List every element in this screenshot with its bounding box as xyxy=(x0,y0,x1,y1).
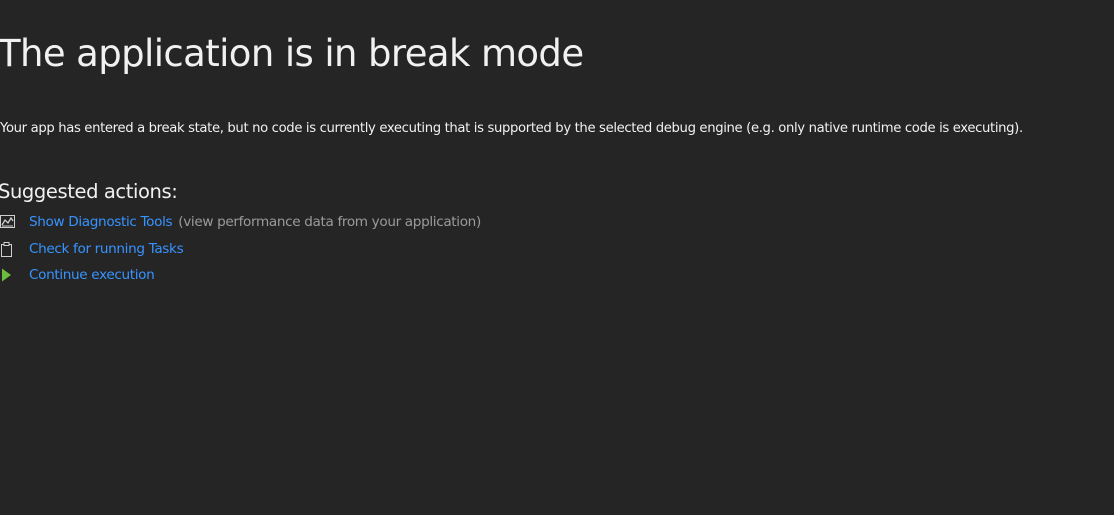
action-continue-execution: Continue execution xyxy=(0,265,155,285)
diagnostic-chart-icon xyxy=(0,214,16,230)
show-diagnostic-tools-hint: (view performance data from your applica… xyxy=(178,214,481,230)
check-running-tasks-link[interactable]: Check for running Tasks xyxy=(29,241,184,257)
play-icon xyxy=(0,267,16,283)
page-title: The application is in break mode xyxy=(0,32,584,75)
break-mode-page: The application is in break mode Your ap… xyxy=(0,0,1114,515)
action-show-diagnostic-tools: Show Diagnostic Tools (view performance … xyxy=(0,212,481,232)
clipboard-icon xyxy=(0,241,16,257)
action-check-running-tasks: Check for running Tasks xyxy=(0,239,184,259)
break-state-description: Your app has entered a break state, but … xyxy=(0,121,1023,136)
continue-execution-link[interactable]: Continue execution xyxy=(29,267,155,283)
suggested-actions-heading: Suggested actions: xyxy=(0,180,178,203)
show-diagnostic-tools-link[interactable]: Show Diagnostic Tools xyxy=(29,214,173,230)
